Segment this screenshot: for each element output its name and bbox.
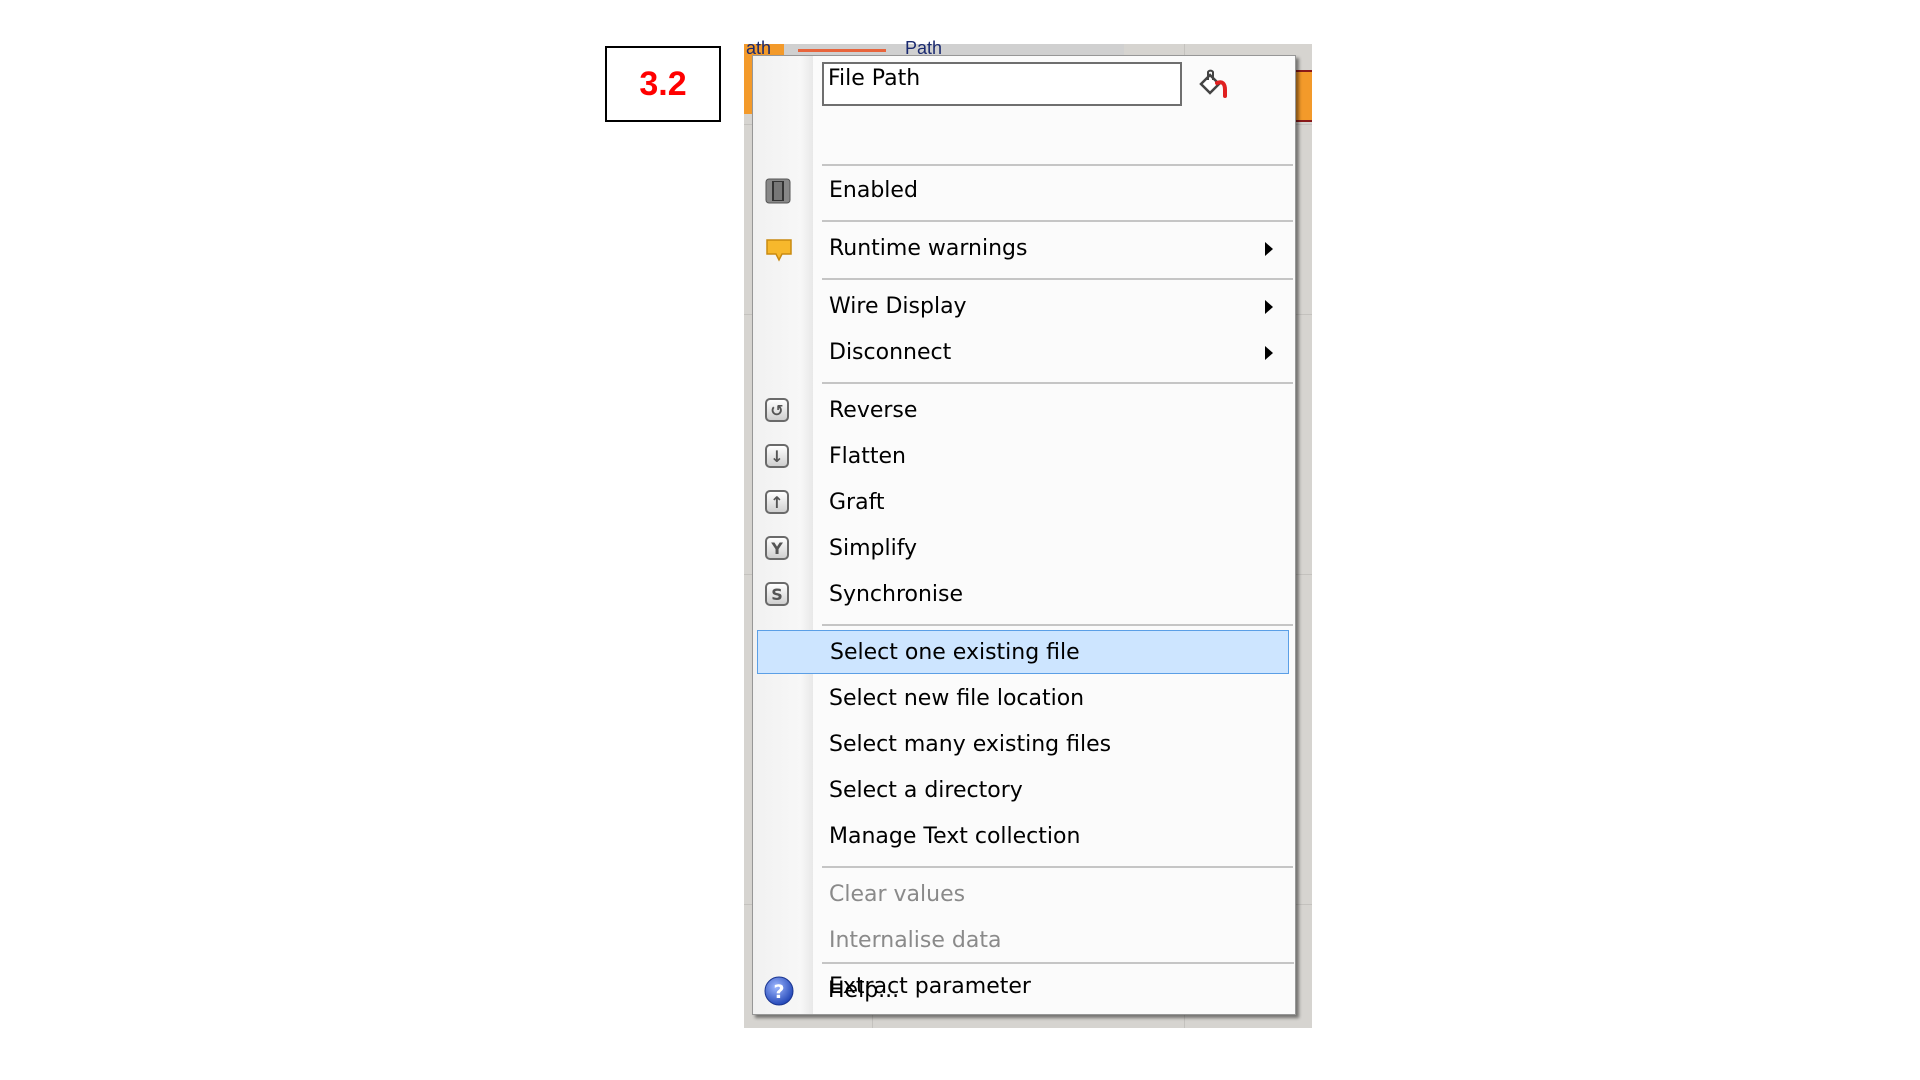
menu-separator [822,164,1293,166]
menu-item-graft[interactable]: ↑ Graft [755,482,1291,522]
menu-item-label: Select one existing file [830,639,1080,665]
menu-item-label: Graft [829,489,885,515]
menu-item-label: Synchronise [829,581,964,607]
canvas-wire [798,49,886,52]
context-menu: File Path Enabled Runtime warnings Wire … [752,55,1296,1015]
warning-balloon-icon [765,236,792,262]
menu-item-runtime-warnings[interactable]: Runtime warnings [755,228,1291,268]
menu-item-select-new-file-location[interactable]: Select new file location [755,678,1291,718]
menu-item-select-many-existing-files[interactable]: Select many existing files [755,724,1291,764]
menu-item-disconnect[interactable]: Disconnect [755,332,1291,372]
menu-item-simplify[interactable]: Y Simplify [755,528,1291,568]
parameter-name-field[interactable]: File Path [822,62,1182,106]
toggle-icon [765,178,791,204]
menu-separator [822,220,1293,222]
synchronise-icon: S [765,582,791,608]
menu-item-manage-text-collection[interactable]: Manage Text collection [755,816,1291,856]
menu-item-flatten[interactable]: ↓ Flatten [755,436,1291,476]
menu-item-select-one-existing-file[interactable]: Select one existing file [757,630,1289,674]
menu-item-label: Flatten [829,443,906,469]
menu-item-clear-values: Clear values [755,874,1291,914]
menu-item-enabled[interactable]: Enabled [755,170,1291,210]
menu-item-reverse[interactable]: ↺ Reverse [755,390,1291,430]
menu-separator [822,624,1293,626]
menu-separator [822,382,1293,384]
menu-item-label: Reverse [829,397,918,423]
menu-separator [822,866,1293,868]
graft-icon: ↑ [765,490,791,516]
menu-item-label: Select a directory [829,777,1023,803]
menu-item-select-a-directory[interactable]: Select a directory [755,770,1291,810]
menu-separator [822,962,1294,964]
submenu-arrow-icon [1265,242,1273,256]
simplify-icon: Y [765,536,791,562]
menu-item-wire-display[interactable]: Wire Display [755,286,1291,326]
menu-item-label: Wire Display [829,293,967,319]
menu-item-label: Select new file location [829,685,1085,711]
submenu-arrow-icon [1265,300,1273,314]
menu-item-label: Manage Text collection [829,823,1081,849]
menu-item-label: Clear values [829,881,966,907]
help-icon: ? [764,976,794,1006]
reverse-icon: ↺ [765,398,791,424]
menu-item-help[interactable]: ? Help... [754,968,1290,1012]
menu-item-internalise-data: Internalise data [755,920,1291,960]
menu-item-label: Internalise data [829,927,1002,953]
menu-item-label: Select many existing files [829,731,1112,757]
menu-item-synchronise[interactable]: S Synchronise [755,574,1291,614]
flatten-icon: ↓ [765,444,791,470]
step-label: 3.2 [605,46,721,122]
svg-text:?: ? [773,981,784,1003]
paint-bucket-icon[interactable] [1195,68,1231,102]
menu-item-label: Enabled [829,177,918,203]
menu-separator [822,278,1293,280]
menu-item-label: Simplify [829,535,918,561]
menu-item-label: Help... [828,977,900,1003]
submenu-arrow-icon [1265,346,1273,360]
menu-item-label: Runtime warnings [829,235,1028,261]
menu-item-label: Disconnect [829,339,952,365]
